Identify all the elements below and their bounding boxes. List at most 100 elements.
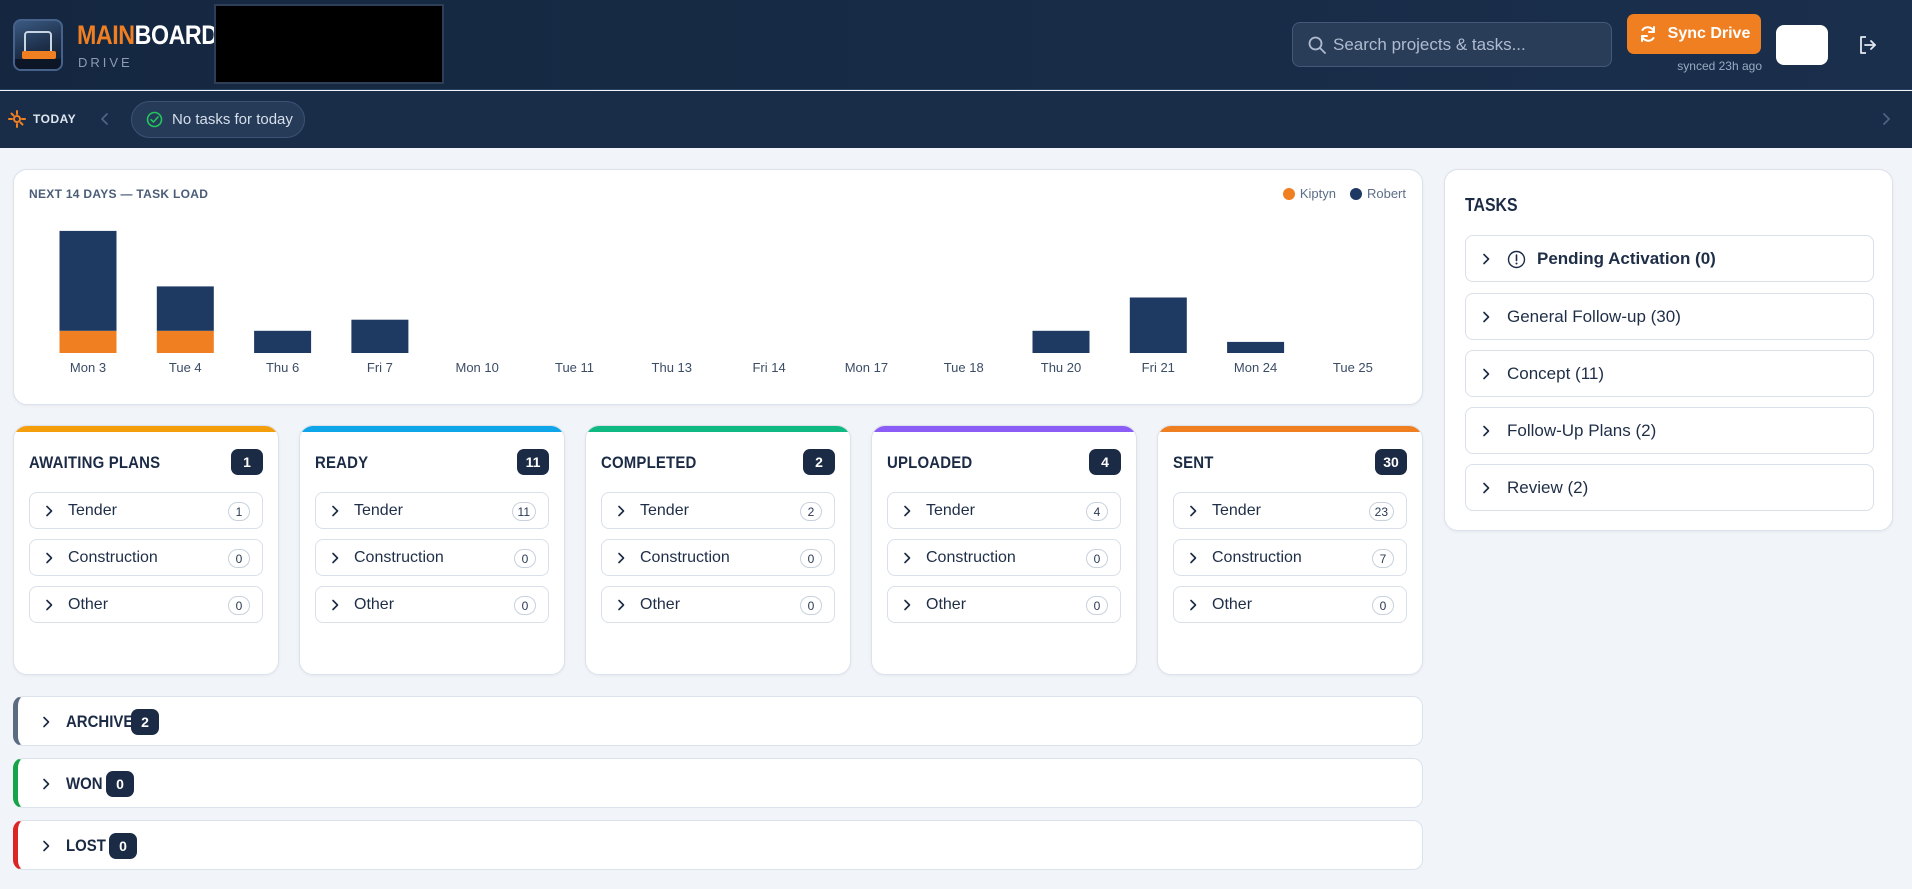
search-box[interactable] (1292, 22, 1612, 67)
task-group-concept[interactable]: Concept (11) (1465, 350, 1874, 397)
category-count: 0 (228, 549, 250, 568)
category-row-tender[interactable]: Tender 1 (29, 492, 263, 529)
category-label: Construction (1212, 549, 1302, 566)
category-row-tender[interactable]: Tender 11 (315, 492, 549, 529)
bar-kiptyn-mon-3[interactable] (59, 330, 117, 353)
column-title: UPLOADED (887, 453, 973, 472)
chevron-right-icon (46, 599, 53, 611)
column-accent-bar (586, 426, 850, 432)
bar-robert-fri-7[interactable] (351, 319, 409, 353)
x-tick-label: Tue 4 (169, 360, 202, 375)
chevron-right-icon (43, 716, 50, 728)
bar-robert-fri-21[interactable] (1129, 297, 1187, 354)
task-group-review[interactable]: Review (2) (1465, 464, 1874, 511)
chevron-right-icon (1483, 425, 1490, 437)
chevron-right-icon (1190, 505, 1197, 517)
search-input[interactable] (1333, 23, 1605, 66)
task-group-follow-up-plans[interactable]: Follow-Up Plans (2) (1465, 407, 1874, 454)
category-row-other[interactable]: Other 0 (29, 586, 263, 623)
won-section[interactable]: WON 0 (13, 758, 1423, 808)
category-row-construction[interactable]: Construction 0 (887, 539, 1121, 576)
won-label: WON (66, 774, 103, 793)
category-row-other[interactable]: Other 0 (1173, 586, 1407, 623)
task-group-label: Concept (11) (1507, 364, 1605, 383)
activity-icon (8, 110, 26, 128)
category-row-other[interactable]: Other 0 (315, 586, 549, 623)
category-row-other[interactable]: Other 0 (887, 586, 1121, 623)
brand-title: MAINBOARD (77, 20, 218, 50)
category-label: Other (354, 596, 395, 613)
lost-section[interactable]: LOST 0 (13, 820, 1423, 870)
category-label: Other (1212, 596, 1253, 613)
chevron-right-icon (1190, 552, 1197, 564)
archive-count: 2 (131, 709, 159, 735)
category-row-construction[interactable]: Construction 0 (315, 539, 549, 576)
category-count: 0 (514, 596, 536, 615)
chevron-right-icon (43, 778, 50, 790)
task-group-label: General Follow-up (30) (1507, 307, 1681, 326)
chevron-right-icon (332, 505, 339, 517)
bar-robert-mon-3[interactable] (59, 230, 117, 331)
task-load-chart-card: Mon 3 Tue 4 Thu 6 Fri 7 Mon 10 Tue 11 Thu 13 Fr… (13, 169, 1423, 405)
category-row-construction[interactable]: Construction 0 (29, 539, 263, 576)
task-group-general-follow-up[interactable]: General Follow-up (30) (1465, 293, 1874, 340)
column-count-badge: 1 (231, 449, 263, 475)
category-label: Construction (640, 549, 730, 566)
app-logo[interactable] (13, 19, 63, 71)
x-tick-label: Fri 7 (367, 360, 393, 375)
bar-robert-thu-20[interactable] (1032, 330, 1090, 353)
today-status-text: No tasks for today (172, 111, 293, 128)
category-label: Tender (1212, 502, 1261, 519)
bar-kiptyn-tue-4[interactable] (156, 330, 214, 353)
category-count: 0 (1086, 549, 1108, 568)
category-row-other[interactable]: Other 0 (601, 586, 835, 623)
x-tick-label: Mon 24 (1234, 360, 1277, 375)
today-bar: TODAY No tasks for today (0, 91, 1912, 148)
chevron-left-icon[interactable] (97, 111, 113, 127)
x-tick-label: Mon 3 (70, 360, 106, 375)
category-count: 0 (800, 549, 822, 568)
x-tick-label: Tue 11 (555, 360, 594, 375)
bar-robert-tue-4[interactable] (156, 286, 214, 331)
category-count: 0 (1086, 596, 1108, 615)
chevron-right-icon (618, 552, 625, 564)
brand-subtitle: DRIVE (78, 55, 133, 70)
column-accent-bar (872, 426, 1136, 432)
column-count-badge: 11 (517, 449, 549, 475)
category-row-construction[interactable]: Construction 0 (601, 539, 835, 576)
chevron-right-icon (1483, 482, 1490, 494)
task-group-pending-activation[interactable]: Pending Activation (0) (1465, 235, 1874, 282)
category-row-construction[interactable]: Construction 7 (1173, 539, 1407, 576)
bar-robert-mon-24[interactable] (1227, 341, 1285, 353)
x-tick-label: Fri 14 (752, 360, 785, 375)
chevron-right-icon[interactable] (1878, 111, 1894, 127)
category-label: Construction (926, 549, 1016, 566)
logout-icon[interactable] (1857, 34, 1879, 56)
user-menu-button[interactable] (1776, 25, 1828, 65)
task-group-label: Follow-Up Plans (2) (1507, 421, 1657, 440)
chevron-right-icon (1483, 253, 1490, 265)
category-label: Tender (354, 502, 403, 519)
tasks-panel: TASKS Pending Activation (0) General Fol… (1444, 169, 1893, 531)
bar-robert-thu-6[interactable] (254, 330, 312, 353)
task-load-chart: Mon 3 Tue 4 Thu 6 Fri 7 Mon 10 Tue 11 Thu 13 Fr… (59, 230, 1373, 375)
chart-legend: Kiptyn Robert (1282, 186, 1406, 201)
chevron-right-icon (1483, 311, 1490, 323)
search-icon (1308, 36, 1326, 54)
sync-status: synced 23h ago (1677, 59, 1762, 73)
task-group-label: Review (2) (1507, 478, 1589, 497)
column-count-badge: 4 (1089, 449, 1121, 475)
sync-drive-button[interactable]: Sync Drive (1627, 14, 1761, 54)
category-row-tender[interactable]: Tender 23 (1173, 492, 1407, 529)
archive-section[interactable]: ARCHIVE 2 (13, 696, 1423, 746)
column-count-badge: 2 (803, 449, 835, 475)
status-column-sent: SENT 30 Tender 23 Construction 7 Other 0 (1157, 425, 1423, 675)
x-tick-label: Thu 20 (1041, 360, 1081, 375)
chevron-right-icon (332, 552, 339, 564)
chevron-right-icon (43, 840, 50, 852)
category-count: 11 (511, 502, 536, 521)
status-column-completed: COMPLETED 2 Tender 2 Construction 0 Other 0 (585, 425, 851, 675)
category-row-tender[interactable]: Tender 2 (601, 492, 835, 529)
top-header: MAINBOARD DRIVE Sync Drive synced 23h ag… (0, 0, 1912, 90)
category-row-tender[interactable]: Tender 4 (887, 492, 1121, 529)
